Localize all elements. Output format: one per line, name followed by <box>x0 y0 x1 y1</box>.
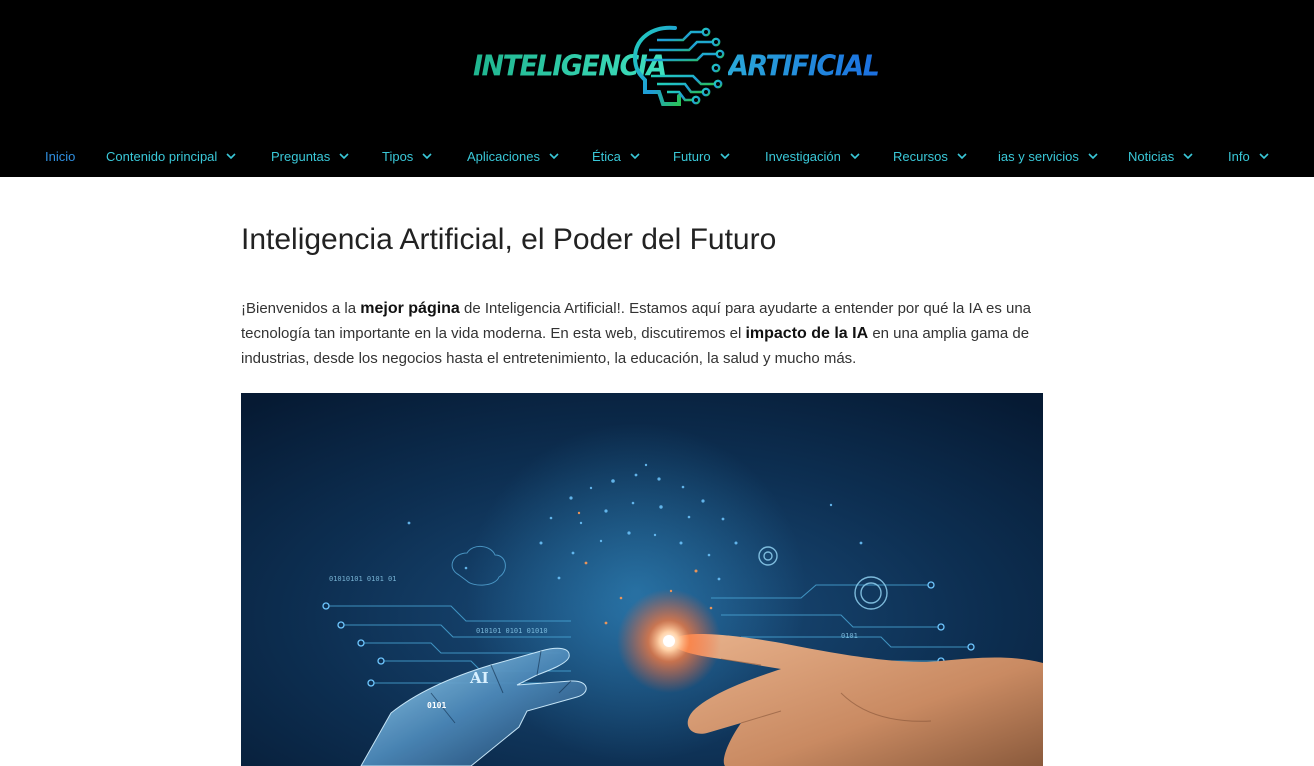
nav-item-noticias[interactable]: Noticias <box>1128 146 1193 166</box>
site-header: INTELIGENCIA ARTIFICIAL Inicio Contenido… <box>0 0 1314 177</box>
page-title: Inteligencia Artificial, el Poder del Fu… <box>241 223 777 256</box>
nav-item-label: Inicio <box>45 148 76 164</box>
circuit-head-icon <box>632 25 725 106</box>
svg-text:01010101 0101 01: 01010101 0101 01 <box>329 575 396 583</box>
chevron-down-icon <box>422 152 432 159</box>
nav-item-label: Futuro <box>673 148 711 164</box>
ai-hands-illustration: 01010101 0101 01 010101 0101 01010 0101 … <box>241 393 1043 766</box>
site-logo[interactable]: INTELIGENCIA ARTIFICIAL <box>471 20 880 110</box>
chevron-down-icon <box>1088 152 1098 159</box>
hero-ai-label: AI <box>469 669 489 687</box>
nav-item-label: ias y servicios <box>998 148 1079 164</box>
chevron-down-icon <box>1183 152 1193 159</box>
chevron-down-icon <box>339 152 349 159</box>
hero-image: 01010101 0101 01 010101 0101 01010 0101 … <box>241 393 1043 766</box>
nav-item-label: Noticias <box>1128 148 1175 164</box>
chevron-down-icon <box>549 152 559 159</box>
nav-item-info[interactable]: Info <box>1228 146 1269 166</box>
chevron-down-icon <box>630 152 640 159</box>
nav-item-ias-y-servicios[interactable]: ias y servicios <box>998 146 1098 166</box>
intro-paragraph: ¡Bienvenidos a la mejor página de Inteli… <box>241 296 1076 371</box>
chevron-down-icon <box>850 152 860 159</box>
nav-item-inicio[interactable]: Inicio <box>45 146 75 166</box>
nav-item-etica[interactable]: Ética <box>592 146 640 166</box>
nav-item-aplicaciones[interactable]: Aplicaciones <box>467 146 559 166</box>
intro-bold-text: mejor página <box>360 300 460 317</box>
nav-item-recursos[interactable]: Recursos <box>893 146 967 166</box>
logo-text-right: ARTIFICIAL <box>728 50 880 83</box>
nav-item-label: Tipos <box>382 148 414 164</box>
nav-item-preguntas[interactable]: Preguntas <box>271 146 349 166</box>
nav-item-label: Investigación <box>765 148 841 164</box>
nav-item-contenido-principal[interactable]: Contenido principal <box>106 146 236 166</box>
nav-item-label: Aplicaciones <box>467 148 540 164</box>
main-navigation: Inicio Contenido principal Preguntas Tip… <box>0 136 1314 176</box>
nav-item-label: Preguntas <box>271 148 331 164</box>
hero-binary-label: 0101 <box>427 701 446 710</box>
intro-bold-text: impacto de la IA <box>745 325 869 342</box>
chevron-down-icon <box>720 152 730 159</box>
nav-item-label: Ética <box>592 148 621 164</box>
nav-item-label: Contenido principal <box>106 148 218 164</box>
svg-text:0101: 0101 <box>841 632 858 640</box>
chevron-down-icon <box>1259 152 1269 159</box>
nav-item-futuro[interactable]: Futuro <box>673 146 730 166</box>
chevron-down-icon <box>226 152 236 159</box>
chevron-down-icon <box>957 152 967 159</box>
nav-item-label: Info <box>1228 148 1250 164</box>
nav-item-investigacion[interactable]: Investigación <box>765 146 860 166</box>
nav-item-tipos[interactable]: Tipos <box>382 146 432 166</box>
nav-item-label: Recursos <box>893 148 948 164</box>
svg-text:010101 0101 01010: 010101 0101 01010 <box>476 627 548 635</box>
intro-text: ¡Bienvenidos a la <box>241 300 361 317</box>
